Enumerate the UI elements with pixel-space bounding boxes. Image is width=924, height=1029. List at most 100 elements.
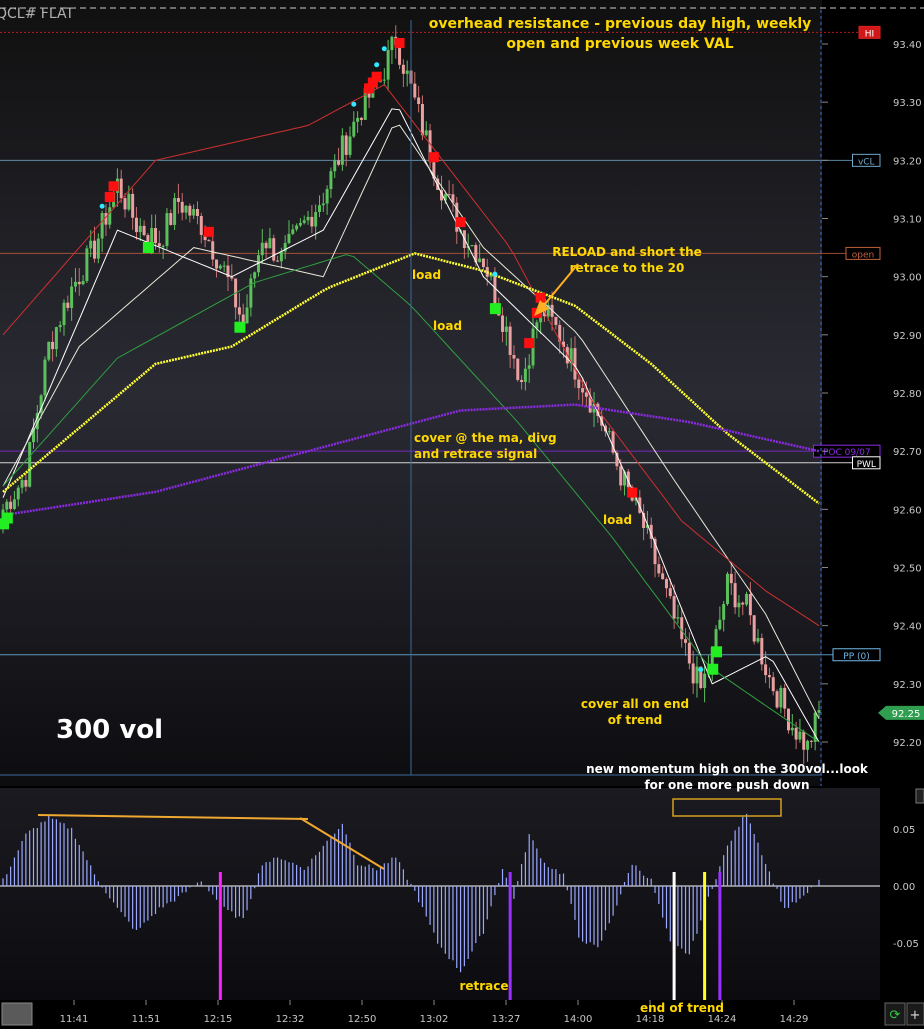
annotation-retrace: retrace [459,979,508,993]
candle-body [722,604,726,620]
candle-body [245,307,249,324]
panel-collapse-button[interactable] [915,788,924,804]
symbol-label: QCL# FLAT [0,6,74,22]
candle-body [481,258,485,268]
price-tick-label: 93.40 [893,40,922,51]
price-tick-label: 92.20 [893,738,922,749]
level-tag-text: PWL [857,460,876,470]
candle-body [447,194,451,196]
candle-body [577,379,581,389]
candle-body [291,229,295,234]
cover-signal-marker [142,242,154,254]
candle-body [809,740,813,742]
candle-body [401,64,405,74]
candle-body [470,245,474,247]
candle-body [93,240,97,259]
candle-body [279,251,283,262]
candle-body [420,104,424,136]
candle-body [184,205,188,213]
sell-signal-marker [524,338,535,349]
candle-body [508,326,512,356]
candle-body [344,135,348,155]
candle-body [741,602,745,605]
oscillator-tick-label: 0.00 [893,882,915,893]
candle-body [66,302,70,308]
candle-body [356,117,360,122]
candle-body [134,217,138,233]
price-tick-label: 93.10 [893,215,922,226]
candle-body [119,178,123,199]
candle-body [100,213,104,239]
candle-body [745,593,749,605]
time-tick-label: 14:18 [636,1014,665,1025]
candle-body [47,341,51,360]
annotation-momentum-2: for one more push down [644,778,809,792]
level-tag-text: PP (0) [843,652,869,662]
sell-signal-marker [203,226,214,237]
candle-body [157,243,161,247]
price-tick-label: 93.20 [893,156,922,167]
price-tick-label: 92.70 [893,447,922,458]
candle-body [131,193,135,218]
candle-body [333,160,337,172]
candle-body [714,629,718,648]
pivot-dot [492,271,498,277]
candle-body [268,238,272,249]
candle-body [211,241,215,260]
candle-body [43,359,47,396]
candle-body [62,302,66,326]
annotation-resistance-1: overhead resistance - previous day high,… [429,16,812,32]
time-tick-label: 13:27 [492,1014,521,1025]
candle-body [691,663,695,684]
time-scrollbar[interactable] [1,1002,33,1026]
candle-body [737,602,741,608]
candle-body [321,203,325,206]
candle-body [176,198,180,202]
candle-body [386,50,390,80]
candle-body [413,83,417,98]
candle-body [798,731,802,740]
candle-body [703,673,707,689]
candle-body [70,286,74,308]
candle-body [9,501,13,509]
candle-body [382,79,386,81]
candle-body [207,240,211,242]
refresh-button[interactable]: ⟳ [884,1002,906,1026]
sell-signal-marker [627,487,638,498]
candle-body [619,466,623,486]
cover-signal-marker [489,303,501,315]
annotation-cover-all-2: of trend [608,713,663,727]
refresh-icon: ⟳ [890,1008,901,1023]
candle-body [249,278,253,308]
price-tick-label: 92.50 [893,564,922,575]
oscillator-tick-label: -0.05 [893,939,919,950]
candle-body [325,189,329,204]
cover-signal-marker [711,646,723,658]
pivot-dot [374,62,380,68]
level-tag: HI [858,25,881,39]
candle-body [138,225,142,233]
candle-body [417,97,421,105]
price-tick-label: 92.30 [893,680,922,691]
chart-canvas: HIvCLopenPOC 09/07PWLPP (0) 92.25 93.409… [0,0,924,1029]
candle-body [573,348,577,380]
price-tick-label: 93.00 [893,273,922,284]
time-tick-label: 13:02 [420,1014,449,1025]
candle-body [302,220,306,223]
annotation-load-3: load [603,513,632,527]
candle-body [192,209,196,216]
pivot-dot [351,101,357,107]
candle-body [77,281,81,285]
candle-body [295,225,299,230]
candle-body [554,316,558,325]
candle-body [771,677,775,692]
add-button[interactable]: + [906,1002,924,1026]
candle-body [725,573,729,605]
candle-body [390,36,394,51]
oscillator-tick-label: 0.05 [893,825,915,836]
price-tick-label: 93.30 [893,98,922,109]
time-tick-label: 11:51 [132,1014,161,1025]
annotation-cover-1: cover @ the ma, divg [414,431,557,445]
annotation-end-of-trend: end of trend [640,1001,724,1015]
candle-body [51,341,55,350]
